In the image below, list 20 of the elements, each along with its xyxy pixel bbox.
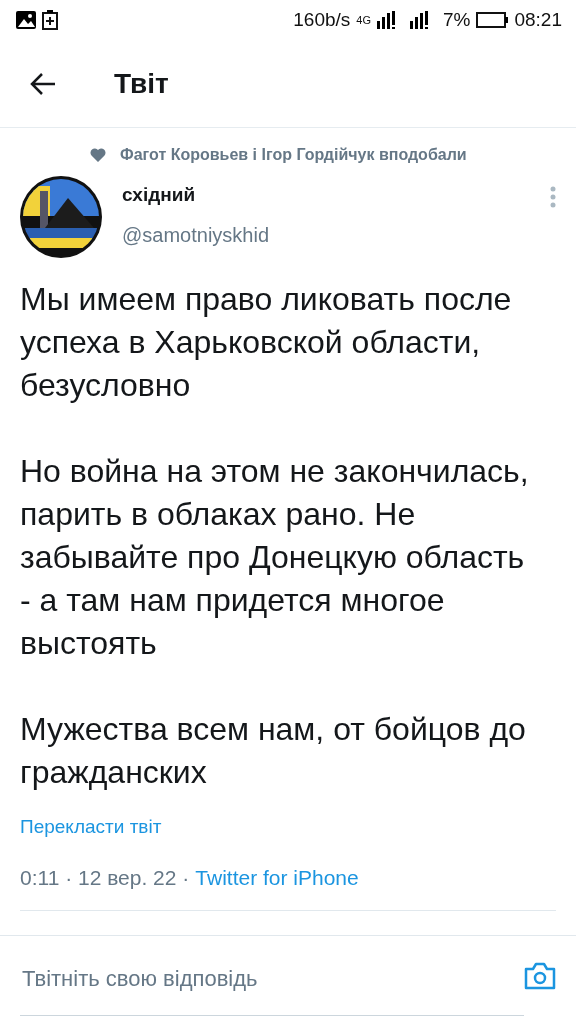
battery-percent: 7%	[443, 9, 471, 31]
tweet-paragraph: Мужества всем нам, от бойцов до гражданских	[20, 710, 527, 792]
battery-icon	[476, 12, 509, 28]
image-icon	[16, 11, 36, 29]
network-speed: 160b/s	[293, 9, 351, 31]
tweet-timestamp: 0:11 · 12 вер. 22 ·	[20, 866, 190, 890]
network-type: 4G	[356, 14, 371, 26]
liked-by-text: Фагот Коровьев і Ігор Гордійчук вподобали	[120, 146, 467, 164]
translate-link[interactable]: Перекласти твіт	[20, 816, 162, 838]
clock: 08:21	[514, 9, 562, 31]
tweet-paragraph: Мы имеем право ликовать после успеха в Харьковской области, безусловно	[20, 280, 513, 405]
camera-icon[interactable]	[524, 961, 556, 990]
tweet-paragraph: Но война на этом не закончилась, парить в облаках рано. Не забывайте про Донецкую область - а там нам придется многое выстоять	[20, 452, 530, 663]
source-link[interactable]: Twitter for iPhone	[195, 866, 359, 890]
heart-icon	[90, 148, 106, 162]
page-title: Твіт	[114, 67, 169, 100]
back-arrow-icon[interactable]	[30, 71, 56, 96]
author-handle[interactable]: @samotniyskhid	[122, 224, 530, 247]
author-name[interactable]: східний	[122, 184, 530, 206]
battery-charging-icon	[42, 10, 58, 30]
